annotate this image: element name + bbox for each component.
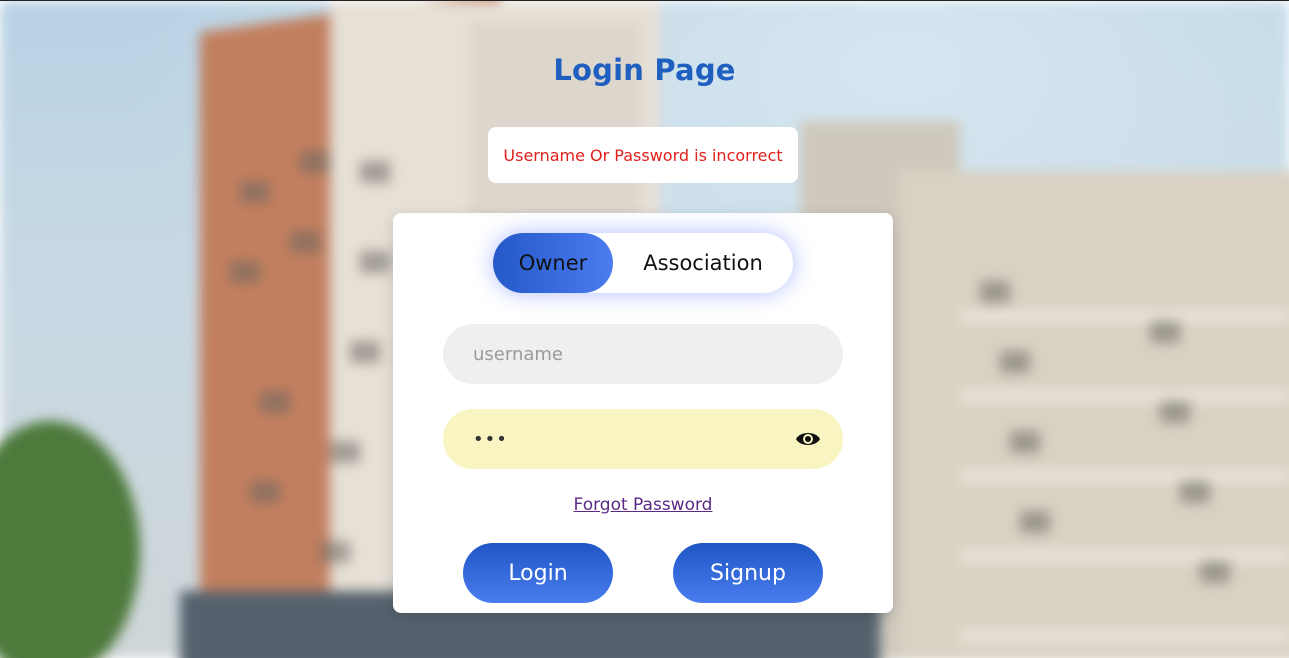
eye-icon[interactable] bbox=[795, 428, 821, 450]
password-value: ••• bbox=[473, 428, 508, 450]
login-button[interactable]: Login bbox=[463, 543, 613, 603]
login-card: Owner Association username ••• Forgot Pa… bbox=[393, 213, 893, 613]
tab-owner[interactable]: Owner bbox=[493, 233, 613, 293]
error-alert: Username Or Password is incorrect bbox=[488, 127, 798, 183]
error-message: Username Or Password is incorrect bbox=[503, 145, 783, 165]
page-title: Login Page bbox=[553, 53, 736, 87]
forgot-password-link[interactable]: Forgot Password bbox=[393, 495, 893, 515]
role-toggle: Owner Association bbox=[493, 233, 793, 293]
login-page: Login Page Username Or Password is incor… bbox=[0, 0, 1289, 658]
username-input[interactable]: username bbox=[443, 324, 843, 384]
signup-button[interactable]: Signup bbox=[673, 543, 823, 603]
username-placeholder: username bbox=[473, 343, 563, 365]
password-input[interactable]: ••• bbox=[443, 409, 843, 469]
tab-association[interactable]: Association bbox=[613, 233, 793, 293]
